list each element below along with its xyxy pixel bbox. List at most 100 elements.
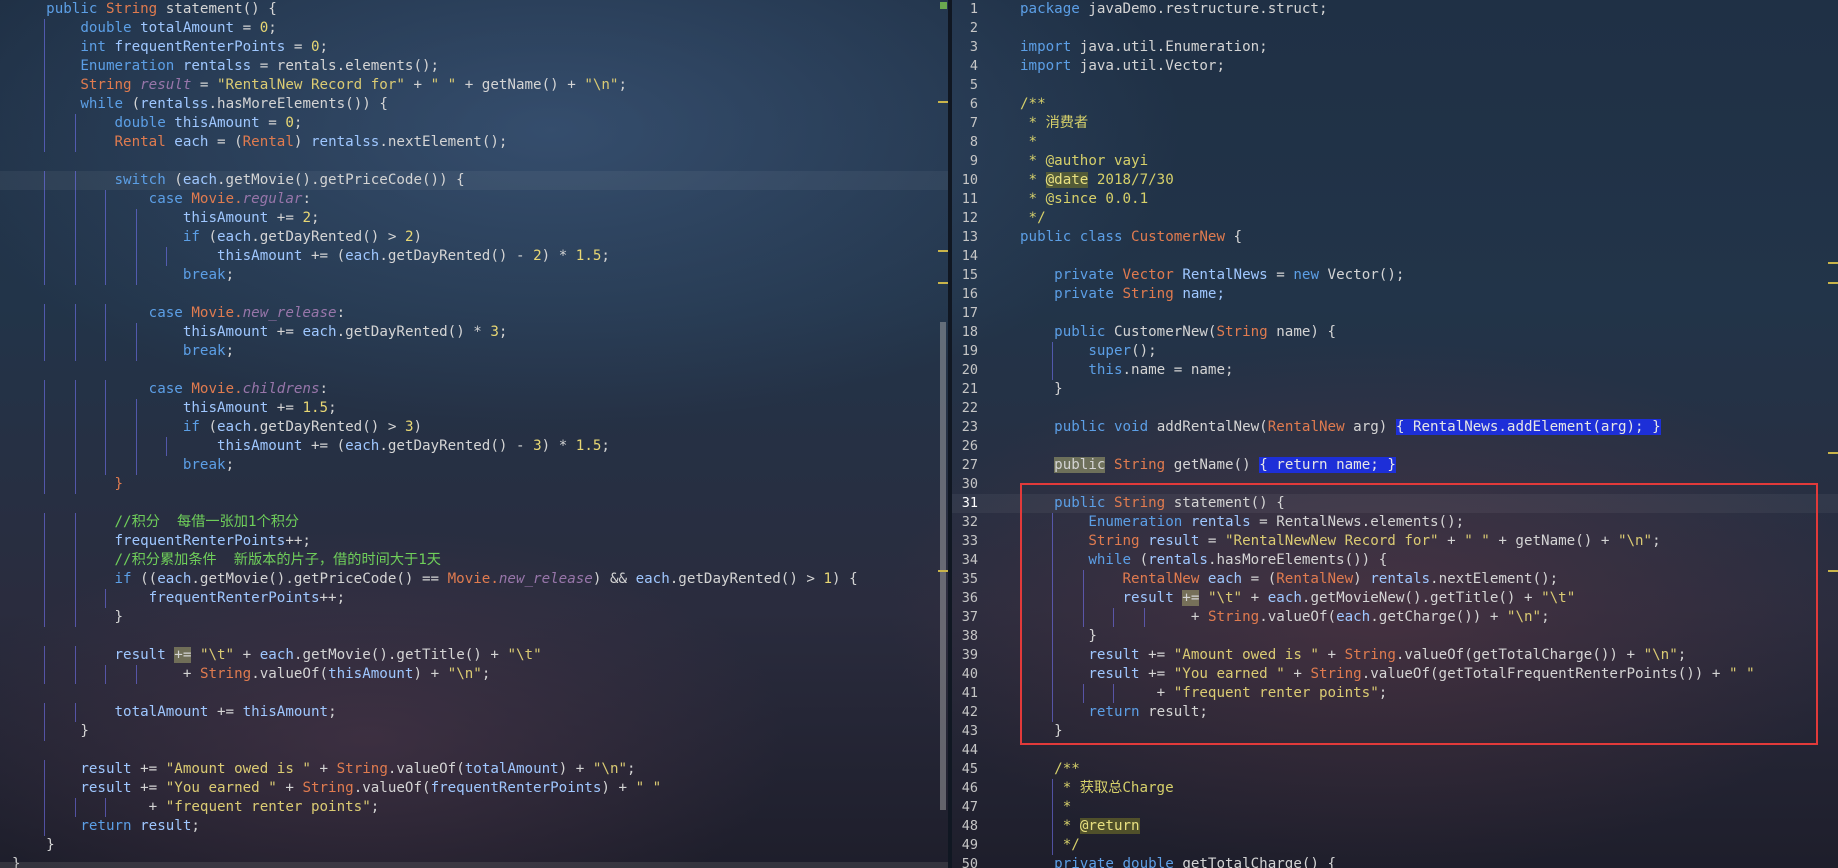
code-text[interactable]: if ((each.getMovie().getPriceCode() == M… [12, 570, 858, 589]
line-number[interactable]: 44 [952, 741, 978, 760]
code-text[interactable]: thisAmount += 2; [12, 209, 320, 228]
code-text[interactable]: Enumeration rentalss = rentals.elements(… [12, 57, 439, 76]
code-line[interactable]: 20 this.name = name; [952, 361, 1838, 380]
code-line[interactable]: 22 [952, 399, 1838, 418]
code-line[interactable]: 13 public class CustomerNew { [952, 228, 1838, 247]
line-number[interactable]: 6 [952, 95, 978, 114]
code-text[interactable]: */ [1020, 836, 1080, 855]
line-number[interactable]: 5 [952, 76, 978, 95]
code-line[interactable]: 7 * 消费者 [952, 114, 1838, 133]
code-line[interactable]: //积分累加条件 新版本的片子，借的时间大于1天 [0, 551, 948, 570]
code-text[interactable]: Rental each = (Rental) rentalss.nextElem… [12, 133, 508, 152]
code-line[interactable]: thisAmount += (each.getDayRented() - 2) … [0, 247, 948, 266]
code-line[interactable] [0, 684, 948, 703]
code-line[interactable]: if (each.getDayRented() > 2) [0, 228, 948, 247]
code-line[interactable]: 12 */ [952, 209, 1838, 228]
code-text[interactable]: * [1020, 798, 1072, 817]
code-line[interactable]: String result = "RentalNew Record for" +… [0, 76, 948, 95]
code-text[interactable]: //积分 每借一张加1个积分 [12, 513, 300, 532]
code-line[interactable]: totalAmount += thisAmount; [0, 703, 948, 722]
right-error-stripe-marker[interactable] [1828, 570, 1838, 572]
code-line[interactable]: 47 * [952, 798, 1838, 817]
code-line[interactable]: break; [0, 342, 948, 361]
code-text[interactable]: private Vector RentalNews = new Vector()… [1020, 266, 1404, 285]
left-scrollbar-thumb[interactable] [940, 322, 946, 810]
code-text[interactable]: case Movie.childrens: [12, 380, 328, 399]
code-line[interactable]: + String.valueOf(thisAmount) + "\n"; [0, 665, 948, 684]
code-text[interactable]: //积分累加条件 新版本的片子，借的时间大于1天 [12, 551, 441, 570]
line-number[interactable]: 35 [952, 570, 978, 589]
code-line[interactable]: while (rentalss.hasMoreElements()) { [0, 95, 948, 114]
left-error-stripe-marker[interactable] [938, 250, 948, 252]
line-number[interactable]: 17 [952, 304, 978, 323]
code-text[interactable]: while (rentalss.hasMoreElements()) { [12, 95, 388, 114]
code-text[interactable]: * @author vayi [1020, 152, 1149, 171]
code-text[interactable]: totalAmount += thisAmount; [12, 703, 337, 722]
left-error-stripe-marker[interactable] [938, 570, 948, 572]
line-number[interactable]: 12 [952, 209, 978, 228]
code-text[interactable]: thisAmount += (each.getDayRented() - 2) … [12, 247, 610, 266]
line-number[interactable]: 47 [952, 798, 978, 817]
code-text[interactable]: break; [12, 266, 234, 285]
line-number[interactable]: 23 [952, 418, 978, 437]
code-line[interactable]: double thisAmount = 0; [0, 114, 948, 133]
right-error-stripe-marker[interactable] [1828, 282, 1838, 284]
code-line[interactable]: int frequentRenterPoints = 0; [0, 38, 948, 57]
code-line[interactable]: 16 private String name; [952, 285, 1838, 304]
code-text[interactable]: thisAmount += 1.5; [12, 399, 337, 418]
line-number[interactable]: 26 [952, 437, 978, 456]
code-text[interactable]: case Movie.new_release: [12, 304, 345, 323]
line-number[interactable]: 40 [952, 665, 978, 684]
code-text[interactable]: * @date 2018/7/30 [1020, 171, 1174, 190]
line-number[interactable]: 4 [952, 57, 978, 76]
line-number[interactable]: 36 [952, 589, 978, 608]
line-number[interactable]: 42 [952, 703, 978, 722]
line-number[interactable]: 33 [952, 532, 978, 551]
code-line[interactable]: result += "You earned " + String.valueOf… [0, 779, 948, 798]
line-number[interactable]: 3 [952, 38, 978, 57]
code-line[interactable]: 11 * @since 0.0.1 [952, 190, 1838, 209]
code-line[interactable]: 2 [952, 19, 1838, 38]
code-line[interactable]: 19 super(); [952, 342, 1838, 361]
code-line[interactable]: 10 * @date 2018/7/30 [952, 171, 1838, 190]
code-text[interactable]: public void addRentalNew(RentalNew arg) … [1020, 418, 1661, 437]
code-text[interactable]: double thisAmount = 0; [12, 114, 303, 133]
code-text[interactable]: public CustomerNew(String name) { [1020, 323, 1336, 342]
line-number[interactable]: 1 [952, 0, 978, 19]
line-number[interactable]: 10 [952, 171, 978, 190]
code-text[interactable]: switch (each.getMovie().getPriceCode()) … [12, 171, 465, 190]
code-line[interactable]: double totalAmount = 0; [0, 19, 948, 38]
left-horizontal-scrollbar[interactable] [0, 862, 948, 868]
code-line[interactable]: if ((each.getMovie().getPriceCode() == M… [0, 570, 948, 589]
code-line[interactable]: } [0, 836, 948, 855]
code-line[interactable]: 21 } [952, 380, 1838, 399]
code-text[interactable]: if (each.getDayRented() > 2) [12, 228, 422, 247]
line-number[interactable]: 27 [952, 456, 978, 475]
code-line[interactable]: } [0, 722, 948, 741]
code-text[interactable]: + String.valueOf(thisAmount) + "\n"; [12, 665, 491, 684]
line-number[interactable]: 8 [952, 133, 978, 152]
code-line[interactable] [0, 152, 948, 171]
code-line[interactable]: public String statement() { [0, 0, 948, 19]
line-number[interactable]: 7 [952, 114, 978, 133]
code-line[interactable]: 50 private double getTotalCharge() { [952, 855, 1838, 868]
code-text[interactable]: result += "You earned " + String.valueOf… [12, 779, 661, 798]
code-line[interactable]: 15 private Vector RentalNews = new Vecto… [952, 266, 1838, 285]
inspection-ok-marker[interactable] [940, 2, 947, 9]
code-line[interactable]: Rental each = (Rental) rentalss.nextElem… [0, 133, 948, 152]
code-line[interactable] [0, 285, 948, 304]
code-line[interactable]: 49 */ [952, 836, 1838, 855]
line-number[interactable]: 13 [952, 228, 978, 247]
left-error-stripe-marker[interactable] [938, 282, 948, 284]
code-text[interactable]: * 获取总Charge [1020, 779, 1174, 798]
line-number[interactable]: 43 [952, 722, 978, 741]
code-text[interactable]: thisAmount += each.getDayRented() * 3; [12, 323, 508, 342]
code-line[interactable]: 18 public CustomerNew(String name) { [952, 323, 1838, 342]
line-number[interactable]: 18 [952, 323, 978, 342]
right-error-stripe-marker[interactable] [1828, 452, 1838, 454]
code-text[interactable]: import java.util.Enumeration; [1020, 38, 1268, 57]
code-text[interactable]: */ [1020, 209, 1046, 228]
left-vertical-scrollbar[interactable] [938, 0, 948, 868]
code-line[interactable]: case Movie.new_release: [0, 304, 948, 323]
code-line[interactable]: 26 [952, 437, 1838, 456]
